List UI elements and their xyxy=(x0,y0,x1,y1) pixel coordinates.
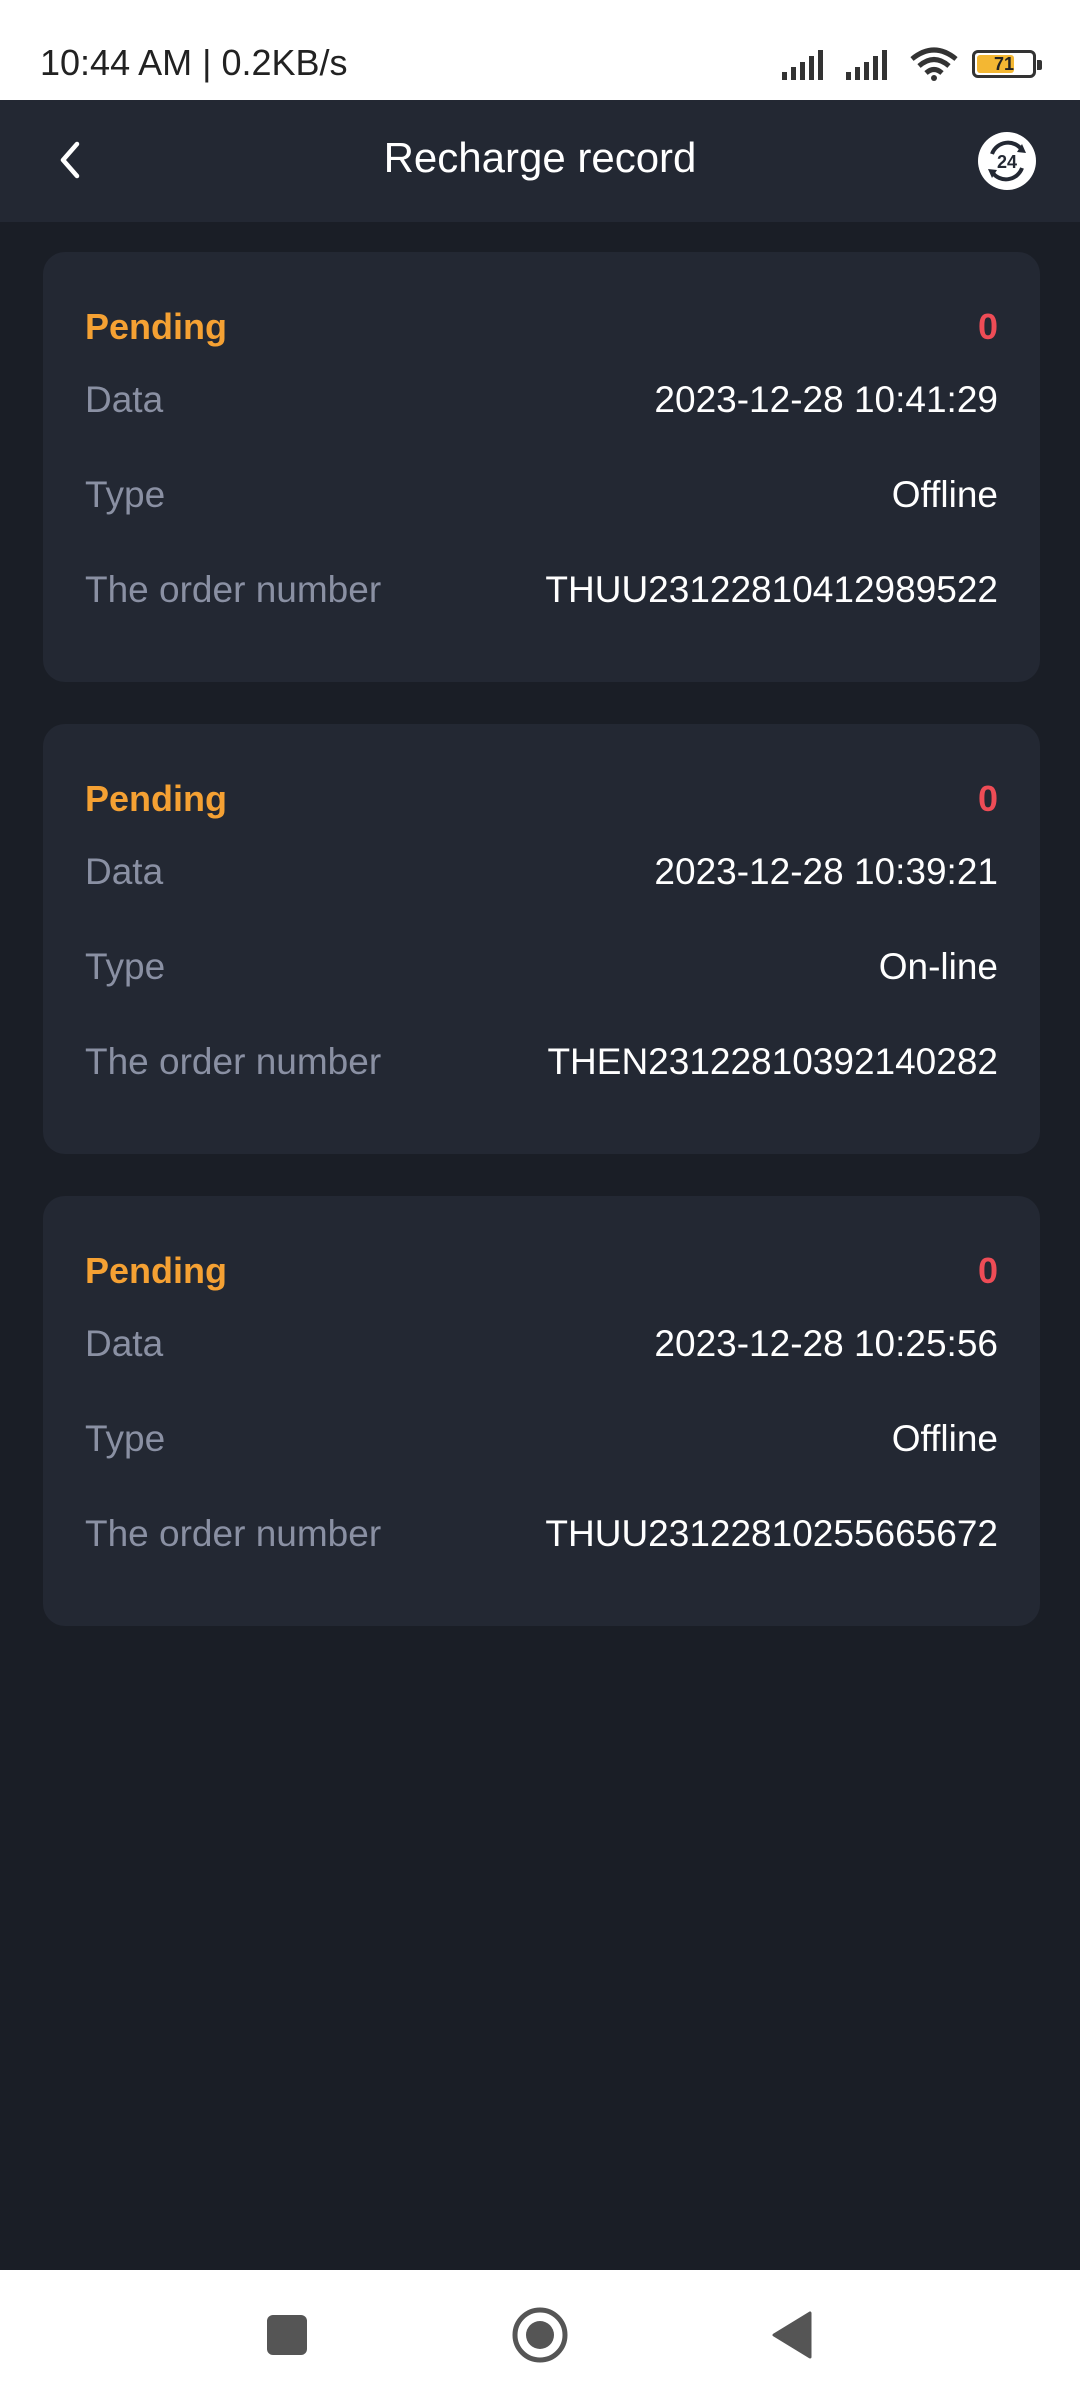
record-order-row: The order number THUU23122810412989522 xyxy=(85,542,998,637)
cell-signal-icon xyxy=(782,50,823,80)
circle-home-icon xyxy=(512,2307,568,2363)
square-icon xyxy=(267,2315,307,2355)
date-value: 2023-12-28 10:41:29 xyxy=(654,378,998,420)
triangle-back-icon xyxy=(772,2311,812,2359)
record-type-row: Type On-line xyxy=(85,919,998,1014)
support-24h-icon: 24 xyxy=(988,140,1026,182)
date-label: Data xyxy=(85,378,164,420)
record-order-row: The order number THUU23122810255665672 xyxy=(85,1486,998,1581)
date-label: Data xyxy=(85,1322,164,1364)
record-header: Pending 0 xyxy=(85,1246,998,1296)
nav-back-button[interactable] xyxy=(757,2300,827,2370)
record-type-row: Type Offline xyxy=(85,1391,998,1486)
cell-signal-2-icon xyxy=(846,50,887,80)
record-card[interactable]: Pending 0 Data 2023-12-28 10:25:56 Type … xyxy=(43,1196,1040,1626)
record-type-row: Type Offline xyxy=(85,447,998,542)
recents-button[interactable] xyxy=(252,2300,322,2370)
record-status: Pending xyxy=(85,1250,227,1291)
records-list: Pending 0 Data 2023-12-28 10:41:29 Type … xyxy=(43,252,1040,1668)
date-value: 2023-12-28 10:25:56 xyxy=(654,1322,998,1364)
system-nav-bar xyxy=(0,2270,1080,2400)
order-label: The order number xyxy=(85,568,382,610)
record-date-row: Data 2023-12-28 10:41:29 xyxy=(85,352,998,447)
record-header: Pending 0 xyxy=(85,302,998,352)
order-number: THUU23122810255665672 xyxy=(545,1512,998,1554)
record-card[interactable]: Pending 0 Data 2023-12-28 10:39:21 Type … xyxy=(43,724,1040,1154)
date-value: 2023-12-28 10:39:21 xyxy=(654,850,998,892)
record-amount: 0 xyxy=(977,778,998,819)
type-value: On-line xyxy=(878,945,998,987)
record-date-row: Data 2023-12-28 10:39:21 xyxy=(85,824,998,919)
app-header: Recharge record 24 xyxy=(0,100,1080,222)
record-amount: 0 xyxy=(977,1250,998,1291)
record-status: Pending xyxy=(85,306,227,347)
type-label: Type xyxy=(85,945,166,987)
record-header: Pending 0 xyxy=(85,774,998,824)
page-title: Recharge record xyxy=(383,134,697,181)
battery-icon: 71 xyxy=(972,50,1042,78)
type-label: Type xyxy=(85,1417,166,1459)
support-badge: 24 xyxy=(997,152,1017,172)
record-order-row: The order number THEN23122810392140282 xyxy=(85,1014,998,1109)
status-icons: 71 xyxy=(782,44,1042,84)
record-date-row: Data 2023-12-28 10:25:56 xyxy=(85,1296,998,1391)
order-label: The order number xyxy=(85,1040,382,1082)
type-value: Offline xyxy=(891,1417,998,1459)
order-number: THEN23122810392140282 xyxy=(547,1040,998,1082)
home-button[interactable] xyxy=(505,2300,575,2370)
status-time: 10:44 AM | 0.2KB/s xyxy=(40,42,348,83)
battery-level: 71 xyxy=(993,53,1015,74)
date-label: Data xyxy=(85,850,164,892)
status-bar: 10:44 AM | 0.2KB/s 71 xyxy=(0,0,1080,100)
record-card[interactable]: Pending 0 Data 2023-12-28 10:41:29 Type … xyxy=(43,252,1040,682)
order-number: THUU23122810412989522 xyxy=(545,568,998,610)
type-value: Offline xyxy=(891,473,998,515)
support-24h-button[interactable]: 24 xyxy=(978,132,1036,190)
record-status: Pending xyxy=(85,778,227,819)
record-amount: 0 xyxy=(977,306,998,347)
wifi-icon xyxy=(910,47,958,81)
type-label: Type xyxy=(85,473,166,515)
order-label: The order number xyxy=(85,1512,382,1554)
